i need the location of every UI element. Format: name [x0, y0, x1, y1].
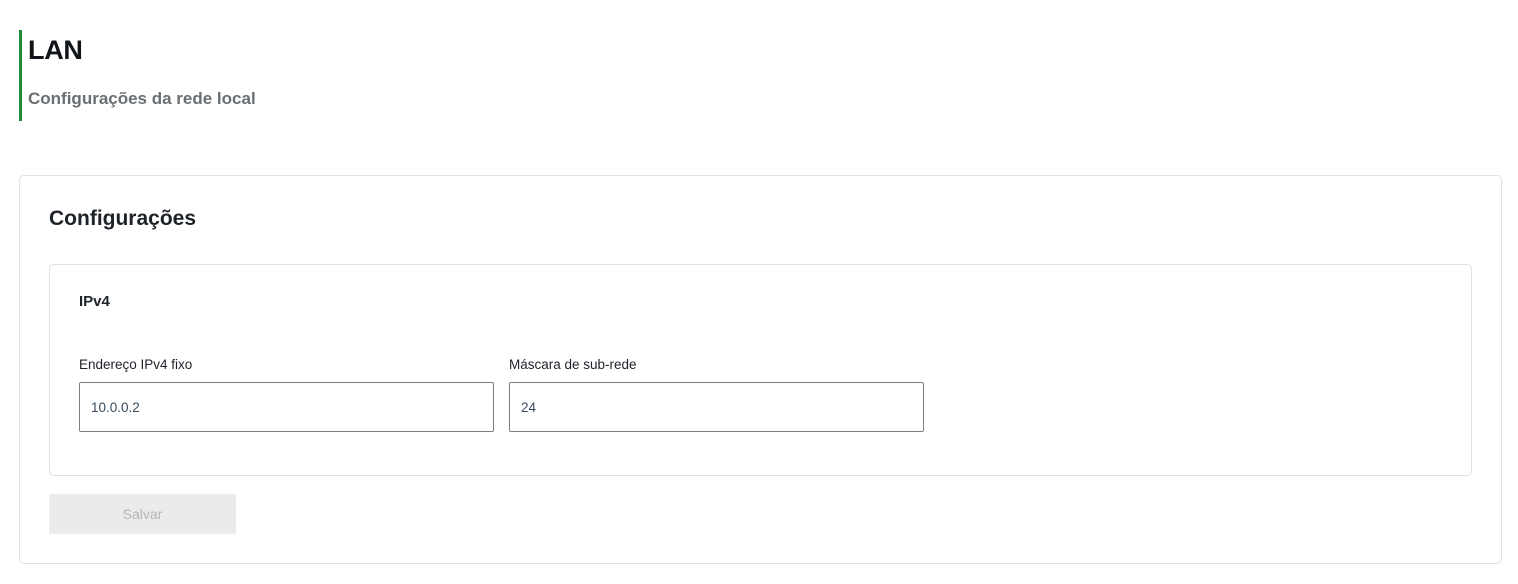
ipv4-section: IPv4 Endereço IPv4 fixo Máscara de sub-r… — [49, 264, 1472, 476]
ipv4-address-field: Endereço IPv4 fixo — [79, 357, 494, 432]
page-subtitle: Configurações da rede local — [28, 89, 256, 108]
card-title: Configurações — [49, 207, 197, 230]
ipv4-address-label: Endereço IPv4 fixo — [79, 357, 193, 372]
section-title: IPv4 — [79, 293, 110, 310]
subnet-mask-label: Máscara de sub-rede — [509, 357, 637, 372]
page-header: LAN Configurações da rede local — [19, 30, 256, 121]
save-button[interactable]: Salvar — [49, 494, 236, 534]
settings-card: Configurações IPv4 Endereço IPv4 fixo Má… — [19, 175, 1502, 564]
subnet-mask-input[interactable] — [509, 382, 924, 432]
ipv4-address-input[interactable] — [79, 382, 494, 432]
subnet-mask-field: Máscara de sub-rede — [509, 357, 924, 432]
page-title: LAN — [28, 35, 83, 65]
